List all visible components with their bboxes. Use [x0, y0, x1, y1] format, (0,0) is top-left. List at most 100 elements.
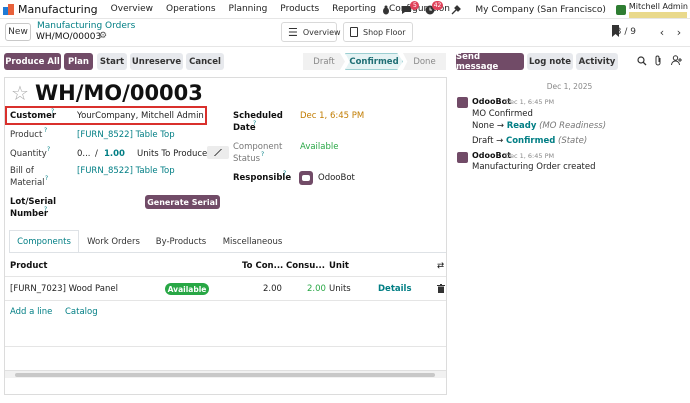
quantity-produced-field[interactable]: 0... [77, 149, 91, 159]
menu-reporting[interactable]: Reporting [332, 4, 376, 14]
product-field[interactable]: [FURN_8522] Table Top [77, 130, 175, 140]
tabs-divider [9, 252, 446, 253]
gear-icon[interactable]: ⚙ [99, 31, 107, 41]
scheduled-date-label-line1: Scheduled [233, 111, 283, 121]
bom-label-line1: Bill of [10, 166, 34, 176]
user-menu[interactable]: Mitchell Admin [628, 2, 688, 18]
tab-work-orders[interactable]: Work Orders [79, 230, 148, 253]
forecast-chart-icon[interactable] [207, 146, 229, 159]
new-button[interactable]: New [5, 23, 31, 41]
search-icon[interactable] [637, 56, 647, 69]
bom-field[interactable]: [FURN_8522] Table Top [77, 166, 175, 176]
quantity-to-produce-field[interactable]: 1.00 [104, 149, 125, 159]
row-unit[interactable]: Units [329, 284, 351, 294]
message-author-avatar[interactable] [457, 152, 468, 163]
add-line-link[interactable]: Add a line [10, 307, 52, 317]
priority-star-icon[interactable]: ☆ [11, 83, 29, 103]
product-help-mark[interactable]: ? [44, 127, 47, 134]
column-header-to-consume[interactable]: To Con... [242, 261, 283, 271]
column-header-consumed[interactable]: Consu... [286, 261, 325, 271]
row-divider [5, 300, 446, 301]
scrollbar-thumb[interactable] [15, 373, 435, 377]
row-details-link[interactable]: Details [378, 284, 412, 294]
tab-by-products[interactable]: By-Products [148, 230, 214, 253]
start-button[interactable]: Start [97, 53, 127, 70]
component-status-field: Available [300, 142, 339, 152]
scheduled-date-help-mark[interactable]: ? [253, 120, 256, 127]
row-to-consume[interactable]: 2.00 [263, 284, 282, 294]
stage-confirmed[interactable]: Confirmed [345, 53, 403, 70]
tab-components[interactable]: Components [9, 230, 79, 253]
customer-help-mark[interactable]: ? [51, 108, 54, 115]
app-title[interactable]: Manufacturing [18, 3, 98, 16]
breadcrumb-current-record: WH/MO/00003 [36, 32, 102, 42]
column-header-product[interactable]: Product [10, 261, 48, 271]
produce-all-button[interactable]: Produce All [4, 53, 61, 70]
component-status-help-mark[interactable]: ? [261, 151, 264, 158]
overview-button-label: Overview [302, 27, 341, 37]
settings-tools-icon[interactable] [449, 3, 463, 17]
column-header-unit[interactable]: Unit [329, 261, 349, 271]
horizontal-scrollbar[interactable] [5, 370, 446, 378]
activity-clock-icon[interactable]: 42 [423, 0, 444, 17]
generate-serial-button[interactable]: Generate Serial [145, 195, 220, 209]
log-note-button[interactable]: Log note [527, 53, 573, 70]
send-message-button[interactable]: Send message [456, 52, 524, 72]
quantity-units-label: Units To Produce [137, 149, 208, 159]
lot-serial-label-line2: Number [10, 209, 49, 219]
follow-user-icon[interactable] [671, 55, 682, 69]
catalog-link[interactable]: Catalog [65, 307, 98, 317]
arrow-right-icon: → [496, 121, 505, 131]
overview-button[interactable]: ☰ Overview [281, 22, 341, 42]
pager-next-chevron-icon[interactable]: › [672, 24, 686, 40]
product-label: Product [10, 130, 43, 140]
message-timestamp: Dec 1, 6:45 PM [505, 152, 555, 160]
messages-count-badge: 5 [410, 0, 420, 10]
discuss-chat-icon[interactable]: 5 [399, 0, 420, 17]
shop-floor-button-label: Shop Floor [363, 27, 406, 37]
message-author-avatar[interactable] [457, 97, 468, 108]
bom-label-line2: Material [10, 178, 45, 188]
menu-operations[interactable]: Operations [166, 4, 215, 14]
tracking-line-readiness: None → Ready (MO Readiness) [472, 121, 606, 131]
stage-draft[interactable]: Draft [303, 53, 345, 70]
debug-bug-icon[interactable] [379, 3, 393, 17]
status-stage-bar: Draft Confirmed Done [303, 53, 446, 70]
menu-planning[interactable]: Planning [229, 4, 268, 14]
notebook-tabs: Components Work Orders By-Products Misce… [9, 230, 291, 253]
cancel-button[interactable]: Cancel [186, 53, 224, 70]
responsible-avatar [299, 171, 313, 185]
trash-icon[interactable] [437, 284, 445, 296]
menu-overview[interactable]: Overview [111, 4, 153, 14]
responsible-field[interactable]: OdooBot [318, 173, 355, 183]
bom-help-mark[interactable]: ? [45, 175, 48, 182]
activity-button[interactable]: Activity [576, 53, 618, 70]
lot-serial-help-mark[interactable]: ? [44, 206, 47, 213]
message-title: MO Confirmed [472, 109, 533, 119]
shop-floor-button[interactable]: Shop Floor [343, 22, 413, 42]
unreserve-button[interactable]: Unreserve [130, 53, 183, 70]
company-switcher[interactable]: My Company (San Francisco) [475, 5, 605, 15]
tracking-field-name: (State) [558, 136, 588, 146]
tracking-old-value: None [472, 121, 495, 131]
scheduled-date-field[interactable]: Dec 1, 6:45 PM [300, 111, 364, 121]
tablet-icon [350, 27, 358, 37]
quantity-help-mark[interactable]: ? [47, 146, 50, 153]
responsible-help-mark[interactable]: ? [283, 170, 286, 177]
pager-previous-chevron-icon[interactable]: ‹ [655, 24, 669, 40]
plan-button[interactable]: Plan [64, 53, 93, 70]
tab-miscellaneous[interactable]: Miscellaneous [214, 230, 291, 253]
menu-products[interactable]: Products [280, 4, 319, 14]
user-avatar[interactable] [615, 4, 626, 15]
row-product[interactable]: [FURN_7023] Wood Panel [10, 284, 118, 294]
breadcrumb-manufacturing-orders[interactable]: Manufacturing Orders [37, 21, 135, 31]
record-title: WH/MO/00003 [35, 81, 203, 105]
pager-value[interactable]: 3 / 9 [616, 27, 636, 37]
tracking-line-state: Draft → Confirmed (State) [472, 136, 587, 146]
stage-done[interactable]: Done [403, 53, 446, 70]
row-consumed[interactable]: 2.00 [307, 284, 326, 294]
paperclip-icon[interactable] [654, 55, 663, 69]
customer-field[interactable]: YourCompany, Mitchell Admin [77, 111, 204, 121]
manufacturing-app-icon[interactable] [3, 3, 14, 15]
column-settings-icon[interactable]: ⇄ [437, 261, 444, 271]
